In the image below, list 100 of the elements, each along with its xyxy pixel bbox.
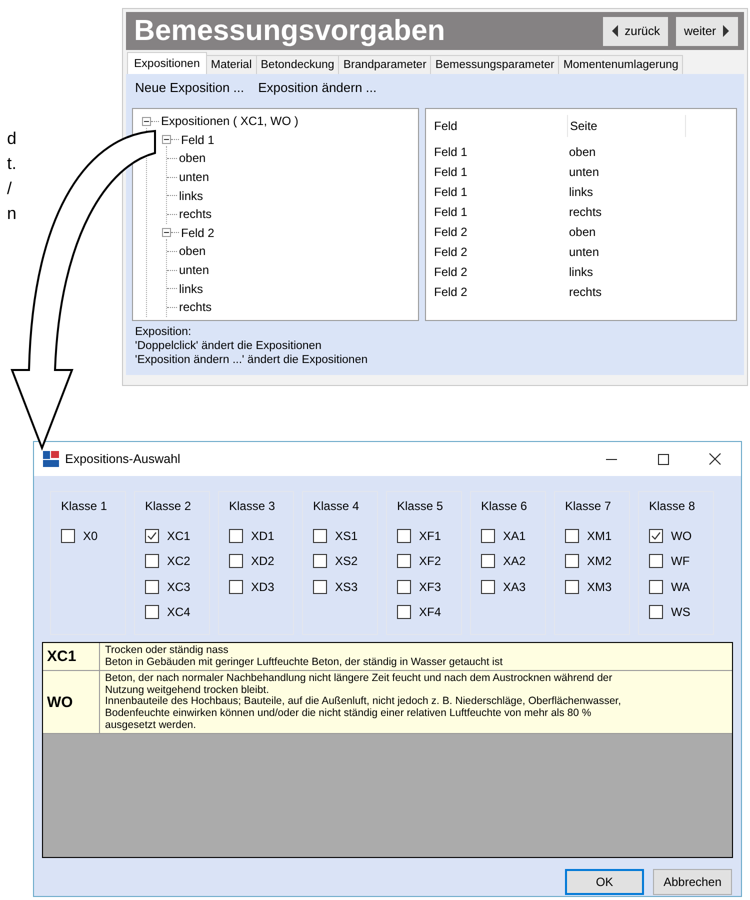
checkbox[interactable] (145, 580, 159, 594)
checkbox-label[interactable]: XF4 (419, 605, 442, 620)
checkbox-label[interactable]: XC4 (167, 605, 190, 620)
tree-item[interactable]: oben (179, 151, 206, 166)
checkbox[interactable] (649, 528, 663, 543)
checkbox-label[interactable]: XS3 (335, 580, 358, 594)
text-fragment: d (7, 129, 16, 148)
tree-item[interactable]: Feld 1 (181, 132, 214, 147)
checkbox-label[interactable]: XM3 (587, 580, 612, 594)
back-button[interactable]: zurück (602, 16, 668, 46)
tree-item[interactable]: Feld 2 (181, 226, 214, 240)
column-header[interactable]: Seite (568, 115, 686, 137)
checkbox-label[interactable]: XM2 (587, 554, 612, 568)
checkbox[interactable] (397, 605, 411, 620)
tree-item[interactable]: links (179, 188, 204, 203)
checkbox[interactable] (397, 580, 411, 594)
checkbox[interactable] (649, 554, 663, 568)
tree-item[interactable]: Expositionen ( XC1, WO ) (161, 114, 298, 128)
ok-button[interactable]: OK (565, 869, 644, 895)
checkbox-label[interactable]: XC2 (167, 554, 190, 568)
checkbox-label[interactable]: XC1 (167, 528, 190, 543)
description-text: Trocken oder ständig nass (105, 644, 228, 656)
tree-item[interactable]: rechts (179, 300, 212, 314)
hint-text: Exposition: (135, 326, 192, 338)
checkbox[interactable] (565, 528, 579, 543)
table-cell-text: rechts (569, 205, 603, 219)
checkbox-label[interactable]: XS1 (335, 528, 358, 543)
tree-item[interactable]: oben (179, 244, 206, 258)
class-code: WO (47, 694, 73, 711)
table-cell-text: Feld 2 (434, 225, 468, 239)
checkbox-label[interactable]: WO (671, 528, 692, 543)
checkbox-label[interactable]: XM1 (587, 528, 612, 543)
checkbox-label[interactable]: XA2 (503, 554, 526, 568)
checkbox[interactable] (313, 554, 327, 568)
checkbox[interactable] (481, 528, 495, 543)
text-fragment: n (7, 204, 16, 223)
checkbox-label[interactable]: XA3 (503, 580, 526, 594)
checkbox[interactable] (229, 580, 243, 594)
checkbox[interactable] (313, 580, 327, 594)
checkbox[interactable] (229, 528, 243, 543)
checkbox[interactable] (397, 554, 411, 568)
checkbox[interactable] (649, 580, 663, 594)
checkbox[interactable] (481, 554, 495, 568)
checkbox-label[interactable]: XD3 (251, 580, 274, 594)
description-text: Bodenfeuchte einwirken können und/oder die nicht ständig einer relativen Luftfeuchte von mehr als 80 % (105, 706, 592, 719)
checkbox-label[interactable]: X0 (83, 528, 98, 543)
table-cell-text: Feld 1 (434, 145, 468, 159)
app-icon (43, 451, 59, 467)
checkbox[interactable] (61, 528, 75, 543)
tree-item[interactable]: links (179, 282, 204, 296)
checkbox-label[interactable]: XF2 (419, 554, 442, 568)
collapse-icon[interactable] (142, 116, 151, 126)
checkbox[interactable] (397, 528, 411, 543)
checkbox[interactable] (229, 554, 243, 568)
checkbox-label[interactable]: WA (671, 580, 690, 594)
checkbox[interactable] (145, 528, 159, 543)
group-title: Klasse 4 (313, 499, 360, 513)
table-cell-text: links (569, 265, 594, 279)
page-title: Bemessungsvorgaben (134, 14, 446, 48)
class-code: XC1 (47, 648, 76, 666)
group-title: Klasse 3 (229, 499, 276, 513)
cancel-button[interactable]: Abbrechen (653, 869, 732, 895)
checkbox-label[interactable]: XF1 (419, 528, 442, 543)
tab[interactable]: Momentenumlagerung (558, 55, 684, 74)
tree-item[interactable]: unten (179, 170, 210, 184)
group-title: Klasse 2 (145, 499, 192, 513)
checkbox-label[interactable]: XA1 (503, 528, 526, 543)
checkbox[interactable] (565, 580, 579, 594)
checkbox[interactable] (145, 605, 159, 620)
collapse-icon[interactable] (162, 135, 171, 144)
table-cell-text: oben (569, 225, 597, 239)
toolbar-item[interactable]: Neue Exposition ... (135, 80, 244, 95)
tree-item[interactable]: rechts (179, 207, 212, 222)
tab[interactable]: Expositionen (127, 52, 207, 74)
tree-item[interactable]: unten (179, 263, 210, 278)
forward-button[interactable]: weiter (676, 16, 738, 46)
table-cell-text: Feld 1 (434, 205, 468, 219)
checkbox[interactable] (565, 554, 579, 568)
table-cell-text: unten (569, 245, 600, 259)
checkbox-label[interactable]: WS (671, 605, 690, 620)
checkbox-label[interactable]: XF3 (419, 580, 442, 594)
close-icon[interactable] (709, 453, 721, 465)
text-fragment: t. (7, 154, 16, 173)
group-title: Klasse 1 (61, 499, 108, 513)
description-text: ausgesetzt werden. (105, 718, 196, 731)
checkbox-label[interactable]: XC3 (167, 580, 190, 594)
column-header[interactable]: Feld (434, 115, 568, 137)
toolbar-item[interactable]: Exposition ändern ... (258, 80, 377, 95)
table-cell-text: Feld 1 (434, 185, 468, 199)
checkbox-label[interactable]: XD2 (251, 554, 274, 568)
description-text: Innenbauteile des Hochbaus; Bauteile, auf die Außenluft, nicht jedoch z. B. Niederschläge, Oberflächenwasser, (105, 695, 621, 708)
checkbox[interactable] (313, 528, 327, 543)
checkbox[interactable] (481, 580, 495, 594)
checkbox[interactable] (649, 605, 663, 620)
checkbox[interactable] (145, 554, 159, 568)
checkbox-label[interactable]: XS2 (335, 554, 358, 568)
maximize-icon[interactable] (658, 454, 668, 464)
collapse-icon[interactable] (162, 228, 171, 238)
checkbox-label[interactable]: XD1 (251, 528, 274, 543)
checkbox-label[interactable]: WF (671, 554, 690, 568)
